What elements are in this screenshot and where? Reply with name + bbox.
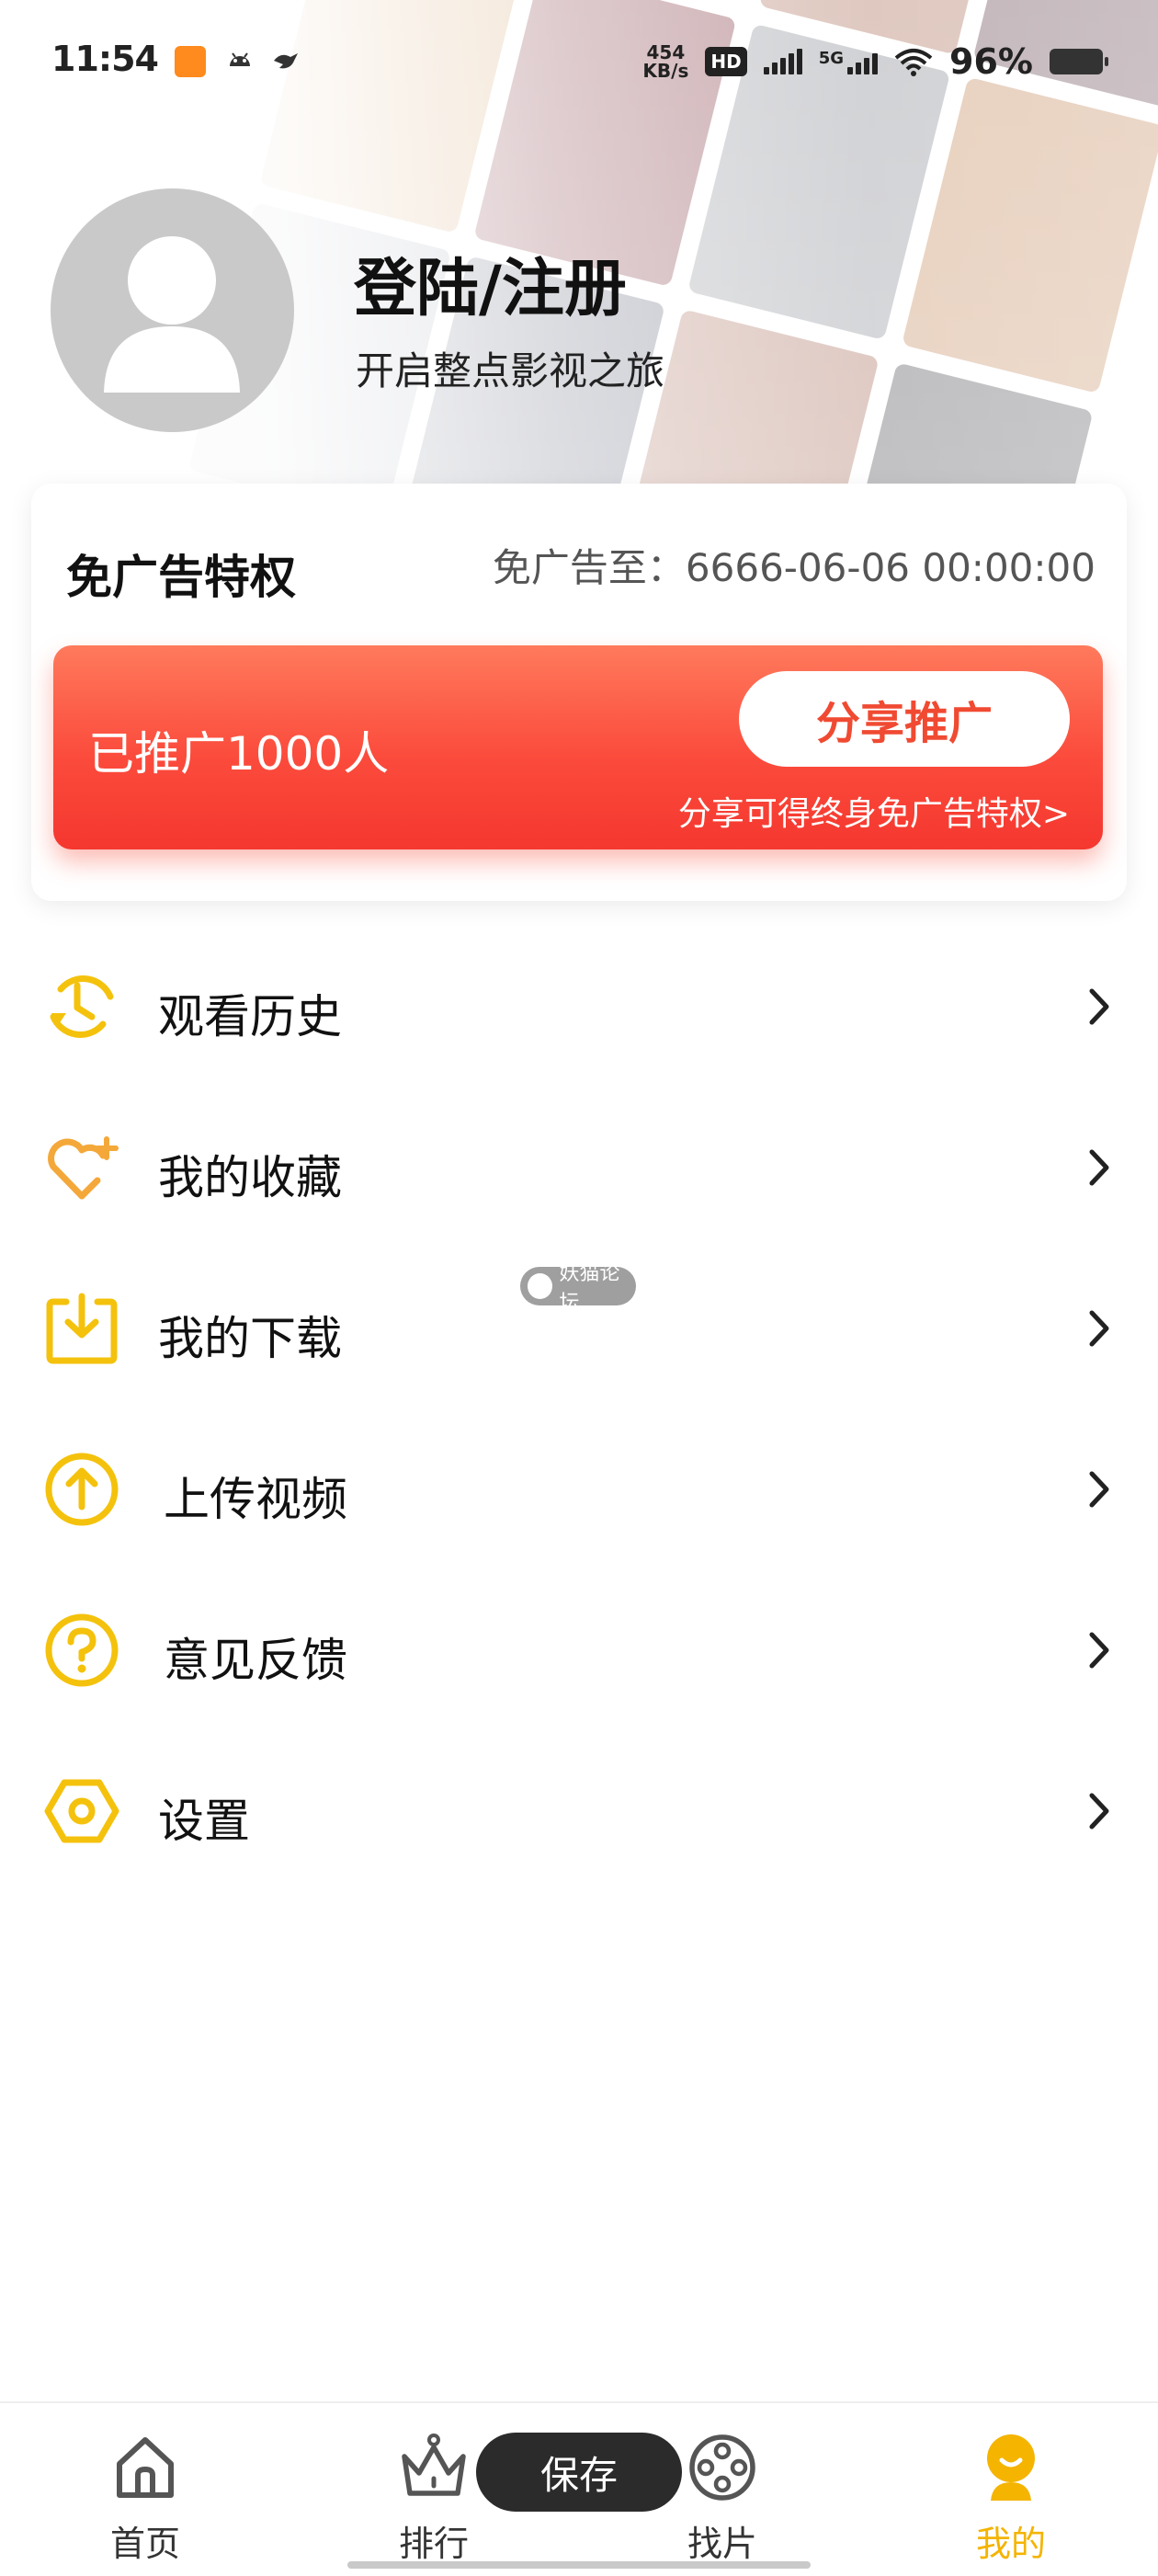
hd-badge: HD [705,47,747,76]
menu-item-feedback[interactable]: 意见反馈 [0,1581,1158,1719]
history-icon [50,975,114,1038]
settings-hexagon-icon [44,1779,119,1843]
save-toast[interactable]: 保存 [476,2433,682,2512]
adfree-expiry: 免广告至：6666-06-06 00:00:00 [492,545,1096,590]
favorite-heart-icon [48,1136,119,1200]
signal-5g-icon [847,49,879,74]
chevron-right-icon [1089,1471,1109,1508]
menu-label: 观看历史 [158,990,342,1043]
network-speed: 454 KB/s [642,41,689,82]
app-notification-icon [175,46,206,77]
login-register-title[interactable]: 登陆/注册 [354,237,627,328]
chevron-right-icon [1089,1632,1109,1669]
nav-label: 排行 [398,2524,469,2564]
default-user-icon [104,236,240,393]
bird-app-icon [274,53,298,69]
status-time: 11:54 [51,39,159,79]
menu-label: 意见反馈 [164,1634,347,1687]
menu-item-settings[interactable]: 设置 [0,1742,1158,1880]
nav-label: 找片 [687,2524,757,2564]
upload-icon [45,1453,119,1526]
signal-strength-icon [763,49,802,74]
profile-icon [987,2434,1035,2501]
status-indicators: 454 KB/s HD 5G 96% [642,39,1108,85]
battery-percent: 96% [949,41,1033,82]
signal-5g: 5G [819,49,879,74]
battery-icon [1050,49,1108,74]
menu-label: 我的下载 [158,1312,342,1365]
promotion-banner: 已推广1000人 分享推广 分享可得终身免广告特权> [53,645,1103,849]
nav-label: 我的 [975,2524,1046,2564]
nav-label: 首页 [109,2524,180,2564]
home-icon [117,2437,174,2498]
wifi-icon [894,49,933,76]
menu-label: 设置 [158,1795,250,1848]
adfree-privilege-card: 免广告特权 免广告至：6666-06-06 00:00:00 已推广1000人 … [31,484,1127,901]
question-icon [45,1613,119,1687]
chevron-right-icon [1089,988,1109,1025]
film-reel-icon [689,2434,755,2501]
chevron-right-icon [1089,1793,1109,1829]
status-bar: 11:54 454 KB/s HD 5G 96% [0,0,1158,120]
chevron-right-icon [1089,1310,1109,1347]
menu-label: 上传视频 [164,1473,347,1526]
nav-home[interactable]: 首页 [62,2431,228,2569]
menu-label: 我的收藏 [158,1151,342,1204]
nav-mine[interactable]: 我的 [928,2431,1094,2569]
promoted-count: 已推广1000人 [88,727,390,781]
adfree-title: 免广告特权 [66,551,296,604]
forum-watermark: 妖猫论坛 [520,1262,636,1315]
android-icon [230,52,250,66]
crown-icon [402,2434,466,2496]
share-promote-button[interactable]: 分享推广 [739,671,1070,767]
login-subtitle: 开启整点影视之旅 [356,348,665,393]
menu-item-upload[interactable]: 上传视频 [0,1420,1158,1558]
home-indicator[interactable] [347,2561,811,2569]
download-icon [46,1293,118,1364]
avatar[interactable] [51,188,294,432]
chevron-right-icon [1089,1149,1109,1186]
watermark-logo-icon [528,1273,552,1299]
menu-item-favorites[interactable]: 我的收藏 [0,1099,1158,1237]
menu-item-history[interactable]: 观看历史 [0,938,1158,1076]
share-reward-link[interactable]: 分享可得终身免广告特权> [678,787,1070,835]
